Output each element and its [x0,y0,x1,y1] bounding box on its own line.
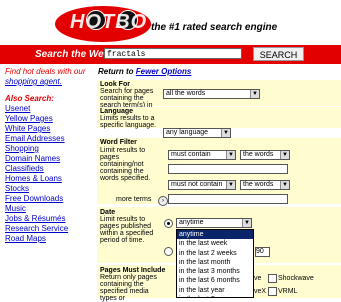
also-search-link[interactable]: Usenet [5,104,95,114]
tagline: the #1 rated search engine [151,22,278,33]
also-search-link[interactable]: White Pages [5,124,95,134]
date-select[interactable]: anytime ▼ [176,218,252,228]
word-filter-desc: Limit results to pages containing/not co… [100,147,151,182]
more-terms-button[interactable]: › [158,196,168,206]
more-terms-label: more terms [116,196,152,203]
date-desc: Limit results to pages published within … [100,216,154,244]
promo-text: Find hot deals with our shopping agent. [5,67,86,86]
look-for-select[interactable]: all the words ▼ [163,89,260,99]
chevron-down-icon: ▼ [250,90,259,98]
left-sidebar: Find hot deals with our shopping agent. … [5,67,95,244]
also-search-link[interactable]: Free Downloads [5,194,95,204]
chevron-down-icon: ▼ [226,181,235,189]
date-radio-anytime[interactable] [164,219,173,228]
chevron-down-icon: ▼ [226,151,235,159]
vrml-checkbox[interactable] [268,287,277,296]
language-panel: Language Limits results to a specific la… [97,107,341,138]
search-button[interactable]: SEARCH [253,47,304,61]
also-search-link[interactable]: Music [5,204,95,214]
look-for-title: Look For [100,81,130,88]
also-search-link[interactable]: Jobs & Résumés [5,214,95,224]
language-title: Language [100,108,134,115]
word-filter-type-1[interactable]: the words ▼ [240,150,290,160]
date-option[interactable]: in the last 6 months [177,276,253,285]
also-search-link[interactable]: Stocks [5,184,95,194]
date-title: Date [100,209,116,216]
date-option[interactable]: anytime [177,230,253,240]
word-filter-title: Word Filter [100,139,137,146]
also-search-link[interactable]: Yellow Pages [5,114,95,124]
also-search-link[interactable]: Homes & Loans [5,174,95,184]
fewer-options-link[interactable]: Fewer Options [136,67,192,76]
search-label: Search the Web [35,49,110,60]
also-search-link[interactable]: Shopping [5,144,95,154]
word-filter-mode-2[interactable]: must not contain ▼ [168,180,236,190]
also-search-link[interactable]: Email Addresses [5,134,95,144]
look-for-panel: Look For Search for pages containing the… [97,80,341,116]
shockwave-checkbox[interactable] [268,274,277,283]
date-option[interactable]: in the last month [177,258,253,267]
date-option[interactable]: in the last 2 weeks [177,249,253,258]
date-radio-within[interactable] [164,247,173,256]
logo-text: HOTBOT [70,11,161,33]
also-search-link[interactable]: Domain Names [5,154,95,164]
also-search-link[interactable]: Classifieds [5,164,95,174]
shockwave-label: Shockwave [278,275,314,282]
word-filter-type-2[interactable]: the words ▼ [240,180,290,190]
date-dropdown-list[interactable]: anytime in the last week in the last 2 wee… [176,229,254,298]
vrml-label: VRML [278,288,298,295]
header: HOTBOT the #1 rated search engine [0,0,341,44]
word-filter-input-1[interactable] [168,164,288,174]
partial-label-2: veX [254,288,267,295]
word-filter-mode-1[interactable]: must contain ▼ [168,150,236,160]
date-option[interactable]: in the last year [177,286,253,295]
also-search-link[interactable]: Research Service [5,224,95,234]
date-days-input[interactable]: 90 [255,247,270,257]
search-input[interactable]: fractals [104,48,242,59]
language-desc: Limits results to a specific language. [100,115,157,129]
return-line: Return to Fewer Options [98,67,192,76]
word-filter-input-2[interactable] [168,194,288,204]
shopping-agent-link[interactable]: shopping agent. [5,77,62,86]
chevron-down-icon: ▼ [221,129,230,137]
date-option[interactable]: in the last week [177,239,253,248]
chevron-down-icon: ▼ [242,219,251,227]
also-search-title: Also Search: [5,94,54,103]
word-filter-panel: Word Filter Limit results to pages conta… [97,138,341,206]
chevron-down-icon: ▼ [280,181,289,189]
date-option[interactable]: in the last 3 months [177,267,253,276]
pages-include-title: Pages Must Include [100,267,166,274]
partial-label-1: ve [254,275,262,282]
language-select[interactable]: any language ▼ [163,128,231,138]
chevron-down-icon: ▼ [280,151,289,159]
also-search-link[interactable]: Road Maps [5,234,95,244]
